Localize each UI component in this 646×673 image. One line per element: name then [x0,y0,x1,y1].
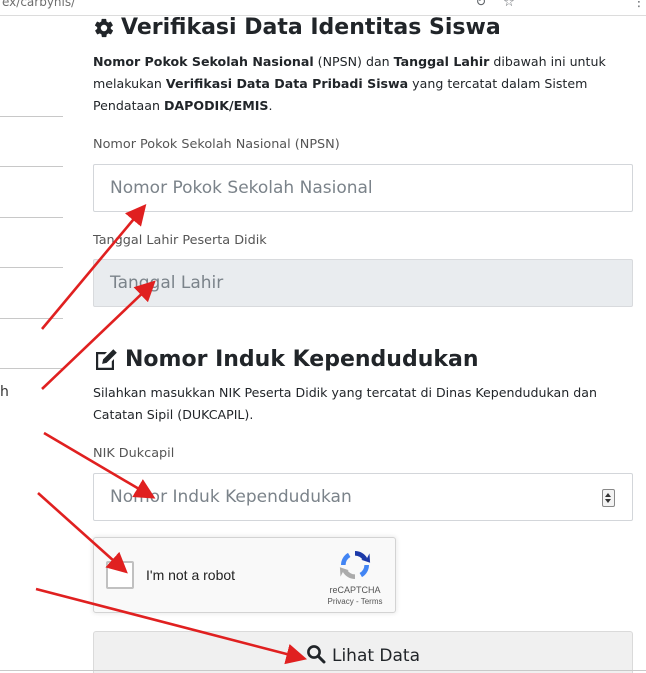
sidebar-divider [0,166,63,167]
intro-and: dan [365,54,390,69]
sidebar-divider [0,116,63,117]
nik-input[interactable]: Nomor Induk Kependudukan [93,473,633,521]
nik-title-text: Nomor Induk Kependudukan [125,347,479,372]
browser-toolbar: ex/carbynis/ ↻ ☆ ⋮ [0,0,646,16]
verification-title-text: Verifikasi Data Identitas Siswa [121,15,501,40]
links-separator: - [355,597,359,606]
recaptcha-links: Privacy - Terms [320,597,390,606]
spinner-up-icon[interactable] [605,493,611,497]
sidebar-divider [0,267,63,268]
reload-icon[interactable]: ↻ [474,0,488,10]
dob-input[interactable]: Tanggal Lahir [93,259,633,307]
dob-label: Tanggal Lahir Peserta Didik [93,233,267,248]
left-sidebar: h [0,0,64,673]
lihat-data-label: Lihat Data [331,646,421,666]
search-icon [306,644,326,669]
nik-section-title: Nomor Induk Kependudukan [93,347,479,372]
intro-verify-bold: Verifikasi Data Data Pribadi Siswa [165,76,409,91]
verification-section-title: Verifikasi Data Identitas Siswa [93,15,501,40]
dob-placeholder: Tanggal Lahir [110,273,224,293]
gear-icon [93,17,115,39]
recaptcha-logo-icon [338,548,372,582]
recaptcha-checkbox[interactable] [106,561,134,589]
recaptcha-widget: I'm not a robot reCAPTCHA Privacy - Term… [93,537,396,613]
terms-link[interactable]: Terms [361,597,383,606]
npsn-input[interactable]: Nomor Pokok Sekolah Nasional [93,164,633,212]
recaptcha-label: I'm not a robot [146,567,236,583]
recaptcha-brand: reCAPTCHA [329,585,381,595]
intro-npsn-bold: Nomor Pokok Sekolah Nasional [93,54,314,69]
bookmark-star-icon[interactable]: ☆ [502,0,516,10]
npsn-placeholder: Nomor Pokok Sekolah Nasional [110,178,373,198]
bottom-divider [0,670,646,671]
intro-dob-bold: Tanggal Lahir [393,54,490,69]
privacy-link[interactable]: Privacy [328,597,354,606]
browser-menu-icon[interactable]: ⋮ [632,0,646,10]
lihat-data-button[interactable]: Lihat Data [93,631,633,673]
edit-icon [93,348,119,372]
nik-intro: Silahkan masukkan NIK Peserta Didik yang… [93,385,597,422]
number-spinner[interactable] [602,489,615,507]
npsn-label: Nomor Pokok Sekolah Nasional (NPSN) [93,137,340,152]
sidebar-divider [0,368,63,369]
spinner-down-icon[interactable] [605,499,611,503]
sidebar-divider [0,318,63,319]
nik-label: NIK Dukcapil [93,446,175,461]
sidebar-divider [0,217,63,218]
intro-system-bold: DAPODIK/EMIS [163,98,269,113]
verification-intro: Nomor Pokok Sekolah Nasional (NPSN) dan … [93,51,638,117]
intro-end: . [268,98,273,113]
intro-npsn-abbr: (NPSN) [317,54,362,69]
sidebar-text-fragment: h [0,384,9,400]
nik-placeholder: Nomor Induk Kependudukan [110,487,352,507]
